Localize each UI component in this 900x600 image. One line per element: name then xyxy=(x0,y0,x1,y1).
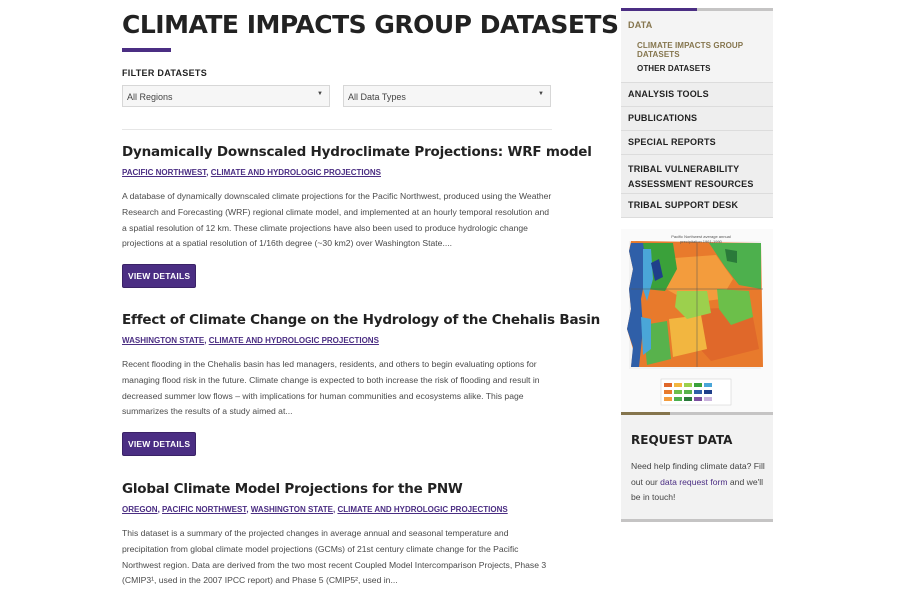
dataset-item: Dynamically Downscaled Hydroclimate Proj… xyxy=(122,143,592,289)
dataset-tag[interactable]: CLIMATE AND HYDROLOGIC PROJECTIONS xyxy=(209,336,379,345)
title-underline xyxy=(122,48,171,52)
map-title: Pacific Northwest average annual precipi… xyxy=(671,234,731,244)
data-type-filter-select[interactable]: All Data Types ▼ xyxy=(343,85,551,107)
data-type-filter-value: All Data Types xyxy=(348,92,406,102)
sidebar-nav: DATA CLIMATE IMPACTS GROUP DATASETS OTHE… xyxy=(621,8,773,218)
dataset-tag[interactable]: OREGON xyxy=(122,505,158,514)
nav-top-bar xyxy=(621,8,773,11)
region-filter-select[interactable]: All Regions ▼ xyxy=(122,85,330,107)
sidebar-item-publications[interactable]: PUBLICATIONS xyxy=(621,107,773,131)
request-data-text: Need help finding climate data? Fill out… xyxy=(631,459,766,506)
precipitation-map-image[interactable]: Pacific Northwest average annual precipi… xyxy=(621,229,773,412)
dataset-tags: PACIFIC NORTHWEST, CLIMATE AND HYDROLOGI… xyxy=(122,168,381,177)
sidebar-item-tribal-vulnerability[interactable]: TRIBAL VULNERABILITY ASSESSMENT RESOURCE… xyxy=(621,155,773,194)
view-details-button[interactable]: VIEW DETAILS xyxy=(122,264,197,289)
sidebar-subitem-cig-datasets[interactable]: CLIMATE IMPACTS GROUP DATASETS xyxy=(621,37,773,59)
dataset-title[interactable]: Effect of Climate Change on the Hydrolog… xyxy=(122,311,600,329)
dataset-tag[interactable]: WASHINGTON STATE xyxy=(122,336,204,345)
sidebar-item-analysis-tools[interactable]: ANALYSIS TOOLS xyxy=(621,83,773,107)
dataset-tag[interactable]: WASHINGTON STATE xyxy=(251,505,333,514)
dataset-item: Global Climate Model Projections for the… xyxy=(122,480,552,589)
dataset-description: This dataset is a summary of the project… xyxy=(122,528,547,586)
filter-label: FILTER DATASETS xyxy=(122,68,207,78)
divider xyxy=(122,129,552,130)
request-data-title: REQUEST DATA xyxy=(631,433,733,447)
dataset-tag[interactable]: CLIMATE AND HYDROLOGIC PROJECTIONS xyxy=(211,168,381,177)
dataset-tags: WASHINGTON STATE, CLIMATE AND HYDROLOGIC… xyxy=(122,336,379,345)
region-filter-value: All Regions xyxy=(127,92,173,102)
dataset-title[interactable]: Dynamically Downscaled Hydroclimate Proj… xyxy=(122,143,592,161)
caret-down-icon: ▼ xyxy=(538,91,544,97)
sidebar-item-tribal-support-desk[interactable]: TRIBAL SUPPORT DESK xyxy=(621,194,773,218)
dataset-item: Effect of Climate Change on the Hydrolog… xyxy=(122,311,600,457)
dataset-title[interactable]: Global Climate Model Projections for the… xyxy=(122,480,552,498)
dataset-description: Recent flooding in the Chehalis basin ha… xyxy=(122,359,540,417)
dataset-description: A database of dynamically downscaled cli… xyxy=(122,191,552,249)
precipitation-map-graphic xyxy=(627,241,763,406)
sidebar-item-data[interactable]: DATA xyxy=(621,11,773,37)
dataset-tag[interactable]: CLIMATE AND HYDROLOGIC PROJECTIONS xyxy=(337,505,507,514)
request-data-box: REQUEST DATA Need help finding climate d… xyxy=(621,415,773,522)
dataset-tag[interactable]: PACIFIC NORTHWEST xyxy=(162,505,246,514)
data-request-form-link[interactable]: data request form xyxy=(660,477,727,487)
dataset-tag[interactable]: PACIFIC NORTHWEST xyxy=(122,168,206,177)
sidebar-item-special-reports[interactable]: SPECIAL REPORTS xyxy=(621,131,773,155)
dataset-tags: OREGON, PACIFIC NORTHWEST, WASHINGTON ST… xyxy=(122,505,508,514)
caret-down-icon: ▼ xyxy=(317,91,323,97)
sidebar-subitem-other-datasets[interactable]: OTHER DATASETS xyxy=(621,59,773,83)
page-title: CLIMATE IMPACTS GROUP DATASETS xyxy=(122,10,619,39)
view-details-button[interactable]: VIEW DETAILS xyxy=(122,432,197,457)
